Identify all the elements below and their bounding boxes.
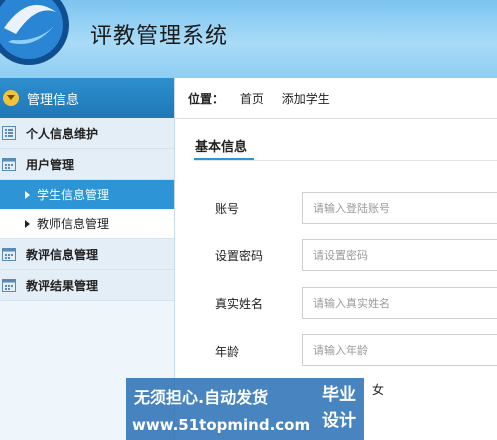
sidebar-item-label: 教师信息管理 bbox=[37, 217, 110, 231]
age-input[interactable] bbox=[302, 334, 497, 366]
watermark-banner: 无须担心.自动发货 www.51topmind.com 毕业设计 bbox=[126, 378, 364, 440]
list-icon bbox=[2, 126, 16, 140]
calendar-icon bbox=[2, 279, 16, 292]
sidebar-item-user-management[interactable]: 用户管理 bbox=[0, 149, 174, 180]
divider bbox=[194, 160, 497, 161]
app-header: 评教管理系统 bbox=[0, 0, 497, 78]
tab-basic-info[interactable]: 基本信息 bbox=[195, 136, 247, 155]
age-label: 年龄 bbox=[215, 345, 240, 359]
sidebar-item-student-management[interactable]: 学生信息管理 bbox=[0, 180, 174, 209]
chevron-down-icon bbox=[3, 90, 19, 106]
sidebar-item-teacher-management[interactable]: 教师信息管理 bbox=[0, 209, 174, 239]
breadcrumb-current: 添加学生 bbox=[281, 92, 330, 106]
sidebar-item-personal-info[interactable]: 个人信息维护 bbox=[0, 118, 174, 149]
gender-female-option[interactable]: 女 bbox=[372, 381, 384, 398]
watermark-line1: 无须担心.自动发货 bbox=[134, 388, 269, 407]
triangle-right-icon bbox=[25, 190, 30, 199]
sidebar-item-label: 个人信息维护 bbox=[26, 126, 99, 141]
sidebar-header[interactable]: 管理信息 bbox=[0, 78, 174, 118]
app-title: 评教管理系统 bbox=[90, 24, 229, 49]
watermark-badge: 毕业设计 bbox=[322, 385, 356, 431]
breadcrumb: 位置： 首页 添加学生 bbox=[188, 90, 344, 107]
realname-input[interactable] bbox=[302, 287, 497, 319]
divider bbox=[175, 118, 497, 119]
watermark-line2: www.51topmind.com bbox=[132, 416, 311, 434]
account-label: 账号 bbox=[215, 202, 240, 216]
sidebar-item-evaluation-results[interactable]: 教评结果管理 bbox=[0, 270, 174, 301]
realname-label: 真实姓名 bbox=[215, 297, 264, 311]
calendar-icon bbox=[2, 248, 16, 261]
sidebar-item-label: 学生信息管理 bbox=[37, 188, 110, 202]
sidebar-item-label: 用户管理 bbox=[26, 157, 75, 172]
password-label: 设置密码 bbox=[215, 249, 264, 263]
sidebar-item-evaluation-info[interactable]: 教评信息管理 bbox=[0, 239, 174, 270]
account-input[interactable] bbox=[302, 192, 497, 224]
sidebar-item-label: 教评结果管理 bbox=[26, 278, 99, 293]
sidebar-header-label: 管理信息 bbox=[27, 92, 80, 108]
breadcrumb-label: 位置： bbox=[188, 92, 225, 106]
breadcrumb-home-link[interactable]: 首页 bbox=[240, 92, 264, 106]
calendar-icon bbox=[2, 158, 16, 171]
triangle-right-icon bbox=[25, 219, 30, 228]
password-input[interactable] bbox=[302, 239, 497, 271]
sidebar-item-label: 教评信息管理 bbox=[26, 247, 99, 262]
app-logo-icon bbox=[0, 0, 69, 65]
